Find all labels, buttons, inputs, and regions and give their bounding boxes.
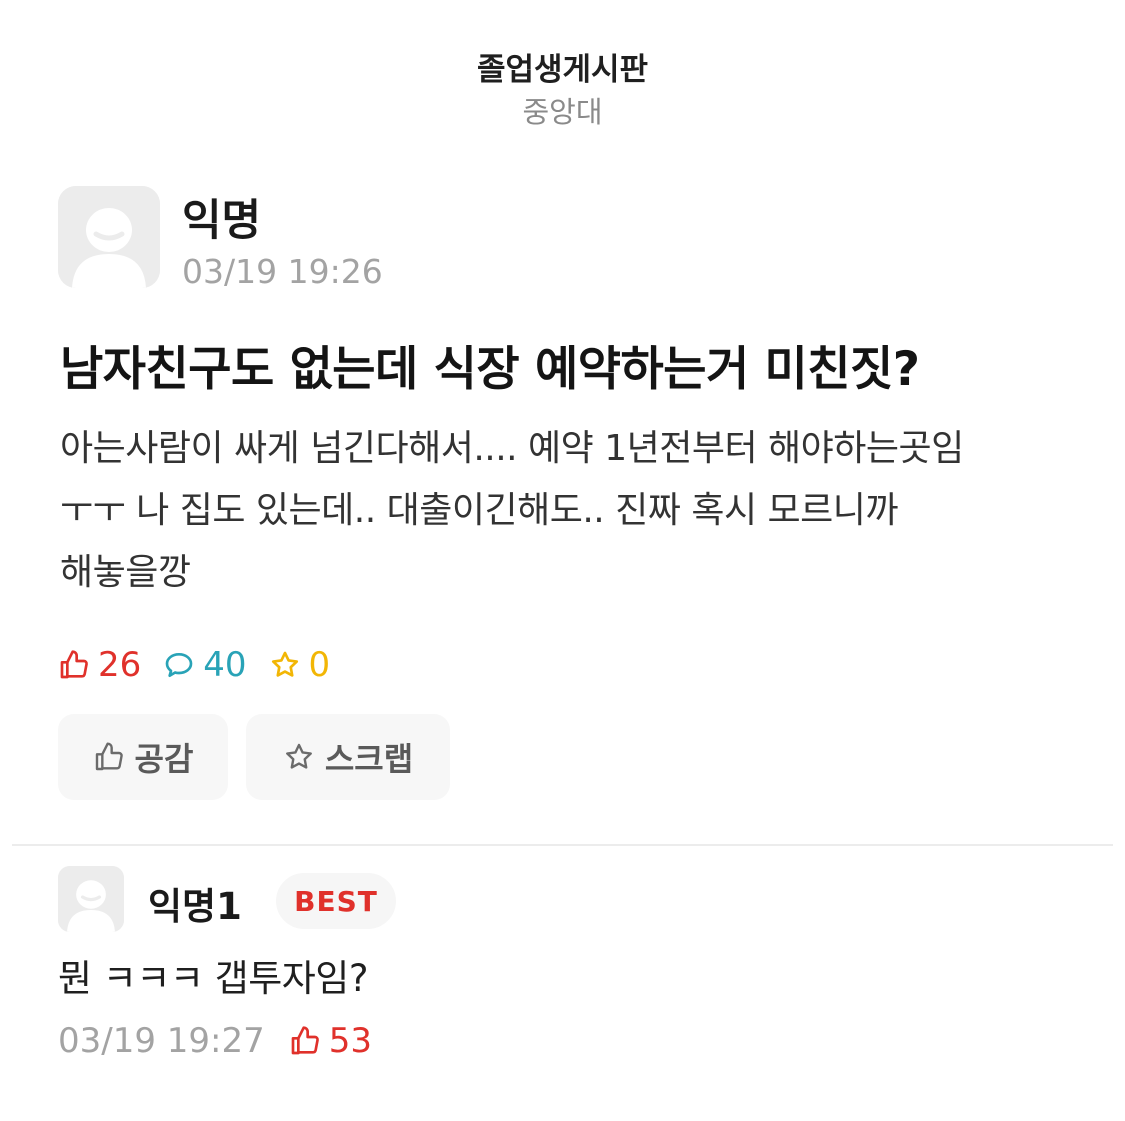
post-author-avatar xyxy=(58,186,160,288)
thumbs-up-icon xyxy=(95,742,123,771)
comment-count-value: 40 xyxy=(203,645,247,685)
post-body-line: 해놓을깡 xyxy=(60,552,191,593)
post-body: 아는사람이 싸게 넘긴다해서.... 예약 1년전부터 해야하는곳임 ㅜㅜ 나 … xyxy=(60,418,1080,604)
divider xyxy=(12,844,1113,846)
comment-author-name: 익명1 xyxy=(148,885,242,928)
board-title[interactable]: 졸업생게시판 xyxy=(0,50,1125,90)
board-school: 중앙대 xyxy=(522,95,603,129)
scrap-button[interactable]: 스크랩 xyxy=(246,714,450,800)
post-stats: 26 40 0 xyxy=(58,640,352,690)
like-button[interactable]: 공감 xyxy=(58,714,228,800)
comment-meta: 03/19 19:27 53 xyxy=(58,1016,372,1066)
comment-like-count-value: 53 xyxy=(328,1021,373,1061)
scrap-button-label: 스크랩 xyxy=(324,740,414,778)
board-header: 졸업생게시판 중앙대 xyxy=(0,50,1125,132)
star-icon xyxy=(271,651,298,677)
speech-bubble-icon xyxy=(165,653,193,677)
scrap-count-value: 0 xyxy=(308,645,331,685)
comment-count: 40 xyxy=(163,645,247,685)
like-button-label: 공감 xyxy=(134,740,194,778)
like-count: 26 xyxy=(58,645,141,685)
post-author-name: 익명 xyxy=(182,196,262,246)
thumbs-up-icon xyxy=(60,650,88,679)
post-body-line: 아는사람이 싸게 넘긴다해서.... 예약 1년전부터 해야하는곳임 xyxy=(60,428,964,469)
best-badge: BEST xyxy=(276,873,396,929)
comment-like-count[interactable]: 53 xyxy=(289,1021,372,1061)
post-title: 남자친구도 없는데 식장 예약하는거 미친짓? xyxy=(60,342,920,397)
comment-timestamp: 03/19 19:27 xyxy=(58,1021,265,1061)
comment-author-avatar xyxy=(58,866,124,932)
thumbs-up-icon xyxy=(291,1026,319,1055)
anonymous-avatar-icon xyxy=(58,866,124,932)
comment-text: 뭔 ㅋㅋㅋ 갭투자임? xyxy=(58,957,368,1000)
star-icon xyxy=(285,743,312,769)
post-timestamp: 03/19 19:26 xyxy=(182,252,383,291)
like-count-value: 26 xyxy=(98,645,142,685)
anonymous-avatar-icon xyxy=(58,186,160,288)
scrap-count: 0 xyxy=(269,645,331,685)
post-body-line: ㅜㅜ 나 집도 있는데.. 대출이긴해도.. 진짜 혹시 모르니까 xyxy=(60,490,899,531)
